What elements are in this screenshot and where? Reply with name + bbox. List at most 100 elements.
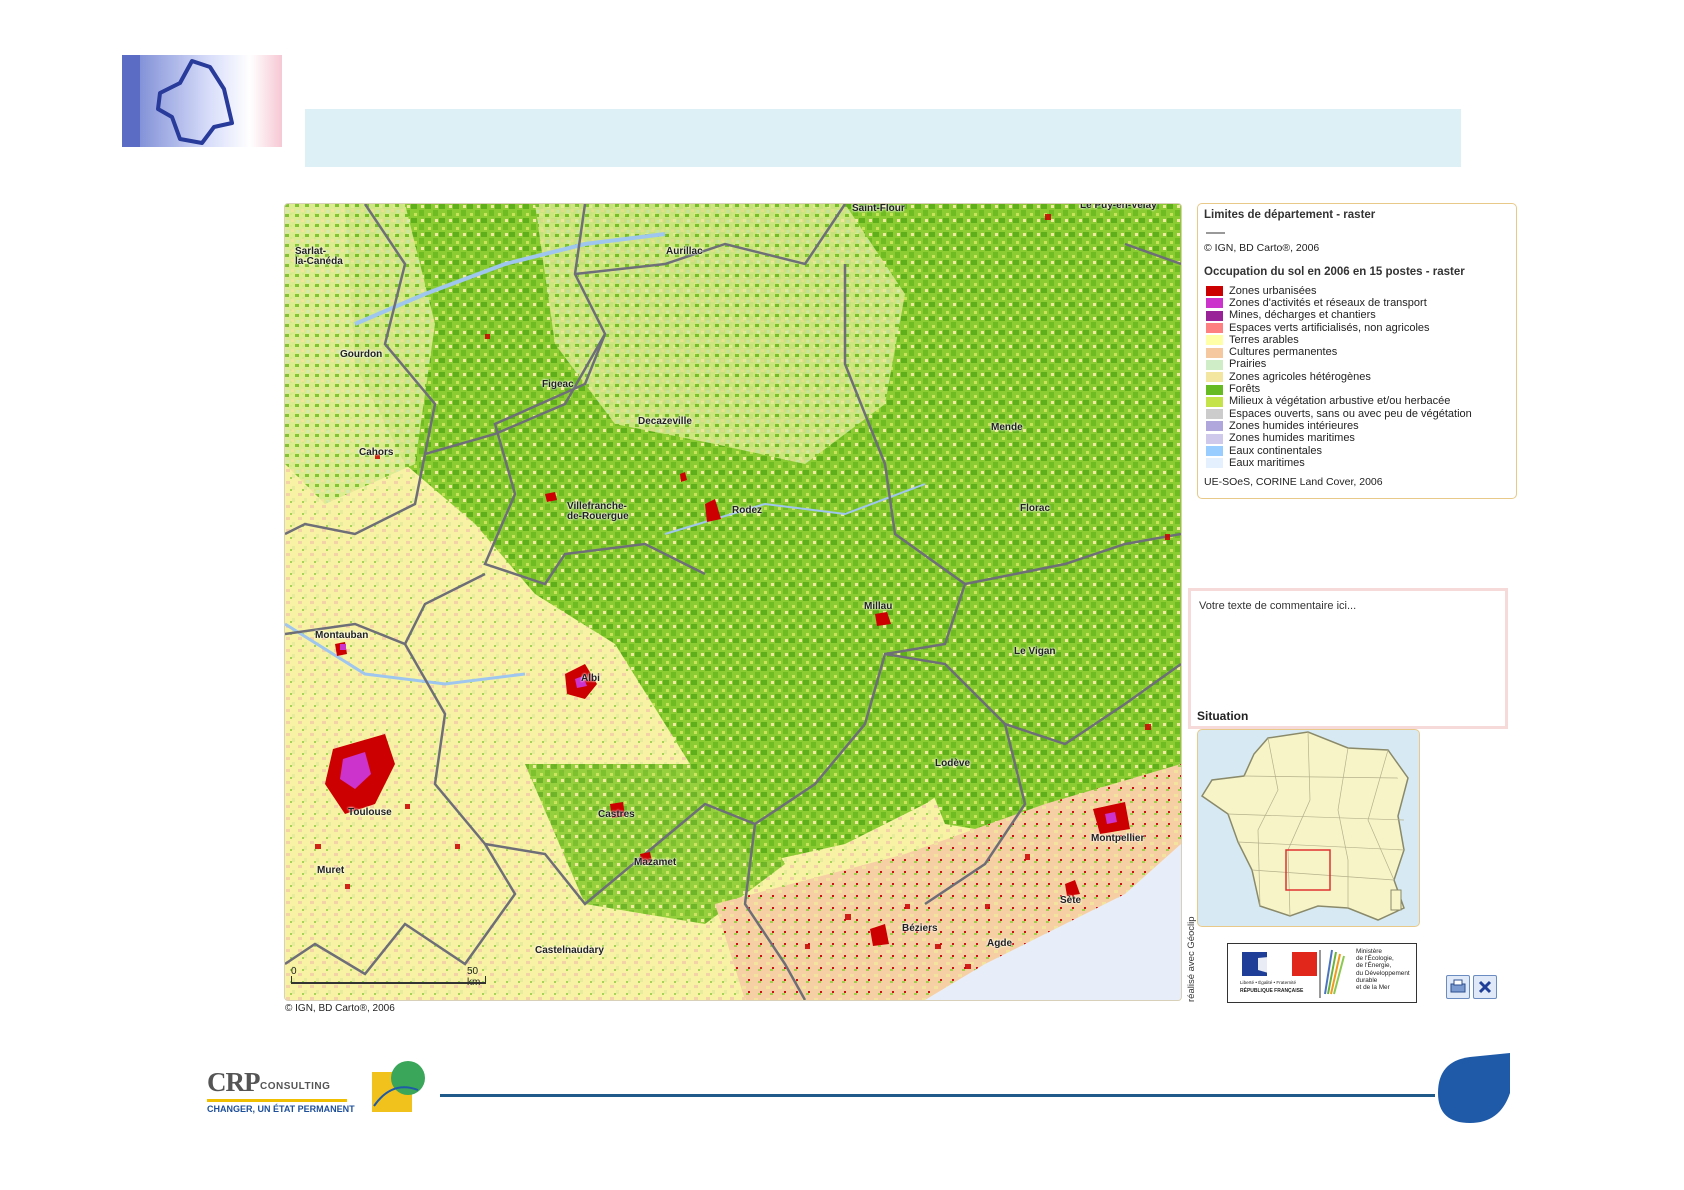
legend-dept-source: © IGN, BD Carto®, 2006 — [1204, 242, 1320, 254]
city-label: Figeac — [542, 379, 574, 390]
legend-item: Cultures permanentes — [1206, 346, 1472, 358]
legend-item: Zones humides maritimes — [1206, 433, 1472, 445]
city-label: Florac — [1020, 503, 1051, 514]
city-label: Sète — [1060, 895, 1082, 906]
legend-label: Forêts — [1229, 383, 1261, 396]
legend-swatch — [1206, 384, 1223, 395]
region-outline-icon — [122, 55, 282, 147]
city-label: Castelnaudary — [535, 945, 604, 956]
geoclip-credit: réalisé avec Géoclip — [1186, 916, 1197, 1002]
legend-label: Zones urbanisées — [1229, 284, 1317, 297]
legend-label: Eaux continentales — [1229, 444, 1322, 457]
legend-label: Terres arables — [1229, 333, 1299, 346]
situation-label: Situation — [1197, 709, 1249, 723]
print-icon — [1450, 979, 1466, 993]
legend-label: Zones humides intérieures — [1229, 419, 1359, 432]
drop-logo — [1430, 1053, 1512, 1123]
legend-swatch — [1206, 421, 1223, 432]
agence-logo — [368, 1060, 430, 1116]
legend-item: Zones d'activités et réseaux de transpor… — [1206, 297, 1472, 309]
scale-max-label: 50 km — [467, 966, 480, 988]
legend-label: Zones humides maritimes — [1229, 432, 1355, 445]
region-logo — [122, 55, 282, 147]
crp-tagline: CHANGER, UN ÉTAT PERMANENT — [207, 1104, 355, 1114]
legend-item: Eaux continentales — [1206, 445, 1472, 457]
legend-label: Milieux à végétation arbustive et/ou her… — [1229, 395, 1451, 408]
legend-label: Espaces ouverts, sans ou avec peu de vég… — [1229, 407, 1472, 420]
ministry-logo: Liberté • Égalité • Fraternité RÉPUBLIQU… — [1227, 943, 1417, 1003]
city-label: Toulouse — [348, 807, 392, 818]
city-label: Mazamet — [634, 857, 677, 868]
legend-dept-line — [1206, 232, 1225, 234]
legend-label: Espaces verts artificialisés, non agrico… — [1229, 321, 1430, 334]
legend-dept-title: Limites de département - raster — [1204, 209, 1376, 221]
city-label: Agde — [987, 938, 1012, 949]
water-drop-icon — [1438, 1053, 1510, 1123]
legend-swatch — [1206, 335, 1223, 346]
legend-swatch — [1206, 446, 1223, 456]
city-label: Mende — [991, 422, 1023, 433]
situation-map[interactable] — [1197, 729, 1420, 927]
city-label: Muret — [317, 865, 345, 876]
france-overview-map — [1200, 731, 1409, 921]
legend-swatch — [1206, 347, 1223, 358]
legend-item: Mines, décharges et chantiers — [1206, 310, 1472, 322]
legend-item: Prairies — [1206, 359, 1472, 371]
map-copyright: © IGN, BD Carto®, 2006 — [285, 1003, 395, 1014]
header-band — [305, 109, 1461, 167]
scale-bar: 0 50 km — [291, 966, 486, 988]
legend-item: Forêts — [1206, 383, 1472, 395]
city-label: Béziers — [902, 923, 938, 934]
legend-swatch — [1206, 323, 1223, 334]
legend-item: Terres arables — [1206, 334, 1472, 346]
agence-logo-icon — [372, 1061, 425, 1112]
rf-name: RÉPUBLIQUE FRANÇAISE — [1240, 988, 1304, 994]
comment-box[interactable]: Votre texte de commentaire ici... — [1188, 588, 1508, 729]
legend-label: Zones d'activités et réseaux de transpor… — [1229, 296, 1427, 309]
city-label: Gourdon — [340, 349, 383, 360]
map-legend: Limites de département - raster © IGN, B… — [1197, 203, 1517, 499]
close-button[interactable] — [1473, 975, 1497, 999]
legend-swatch — [1206, 396, 1223, 407]
legend-swatch — [1206, 458, 1223, 469]
legend-landuse-title: Occupation du sol en 2006 en 15 postes -… — [1204, 266, 1465, 278]
legend-item: Eaux maritimes — [1206, 457, 1472, 469]
legend-item: Espaces verts artificialisés, non agrico… — [1206, 322, 1472, 334]
city-label: Montauban — [315, 630, 369, 641]
legend-label: Zones agricoles hétérogènes — [1229, 370, 1371, 383]
legend-item: Zones urbanisées — [1206, 285, 1472, 297]
city-label: Montpellier — [1091, 833, 1145, 844]
legend-swatch — [1206, 286, 1223, 297]
city-label: Saint-Flour — [852, 203, 905, 214]
city-label: Decazeville — [638, 416, 692, 427]
city-label: Villefranche- de-Rouergue — [567, 501, 629, 522]
city-label: Millau — [864, 601, 893, 612]
legend-swatch — [1206, 409, 1223, 420]
legend-swatch — [1206, 433, 1223, 444]
land-cover-raster — [285, 204, 1181, 1000]
legend-items: Zones urbanisées Zones d'activités et rés… — [1206, 285, 1472, 469]
comment-placeholder: Votre texte de commentaire ici... — [1199, 600, 1357, 612]
legend-label: Mines, décharges et chantiers — [1229, 309, 1376, 322]
legend-swatch — [1206, 298, 1223, 309]
print-button[interactable] — [1446, 975, 1470, 999]
city-label: Le Puy-en-Velay — [1080, 203, 1157, 211]
crp-mark: CRP — [207, 1067, 260, 1097]
legend-item: Zones agricoles hétérogènes — [1206, 371, 1472, 383]
city-label: Le Vigan — [1014, 646, 1056, 657]
land-cover-map[interactable]: Saint-Flour Le Puy-en-Velay Sarlat- la-Can… — [284, 203, 1182, 1001]
legend-swatch — [1206, 310, 1223, 321]
legend-swatch — [1206, 359, 1223, 370]
legend-label: Eaux maritimes — [1229, 456, 1305, 469]
city-label: Sarlat- la-Canéda — [295, 246, 343, 267]
crp-consulting-logo: CRP CONSULTING CHANGER, UN ÉTAT PERMANEN… — [207, 1067, 355, 1115]
legend-item: Milieux à végétation arbustive et/ou her… — [1206, 396, 1472, 408]
close-icon — [1478, 980, 1492, 994]
legend-swatch — [1206, 372, 1223, 383]
rf-caption: Liberté • Égalité • Fraternité — [1240, 980, 1297, 985]
city-label: Cahors — [359, 447, 394, 458]
legend-item: Zones humides intérieures — [1206, 420, 1472, 432]
city-label: Lodève — [935, 758, 971, 769]
city-label: Aurillac — [666, 246, 703, 257]
ministry-name: Ministère de l'Écologie, de l'Énergie, d… — [1356, 948, 1410, 992]
